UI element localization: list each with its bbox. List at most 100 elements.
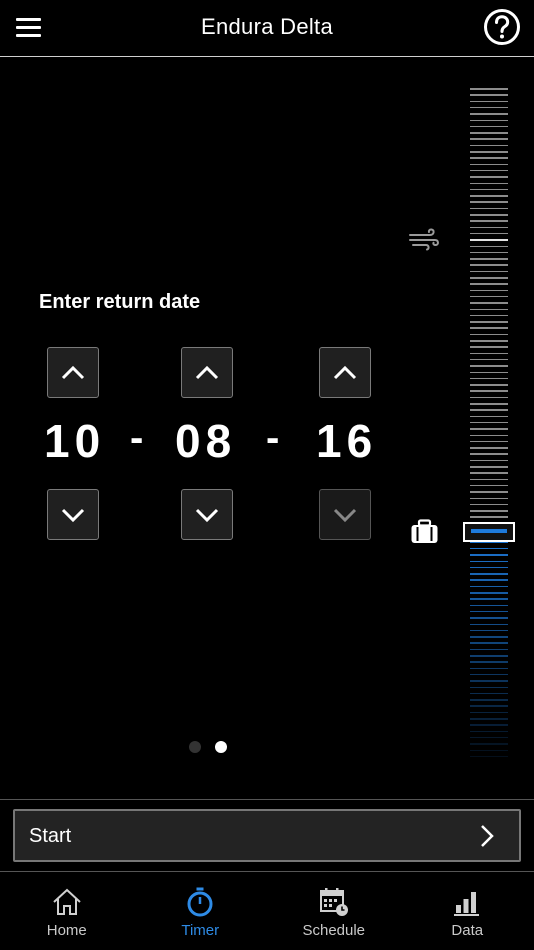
slider-tick — [470, 226, 508, 229]
chevron-up-icon — [61, 365, 85, 379]
slider-tick — [470, 585, 508, 588]
tab-bar: Home Timer Schedule Data — [0, 872, 534, 950]
tab-home[interactable]: Home — [0, 872, 134, 950]
slider-tick — [470, 718, 508, 720]
page-title: Endura Delta — [200, 14, 333, 39]
slider-tick — [470, 604, 508, 607]
slider-tick — [470, 705, 508, 707]
day-up-button[interactable] — [181, 347, 233, 398]
slider-tick — [470, 667, 508, 670]
slider-tick — [470, 478, 508, 481]
chevron-down-icon — [333, 508, 357, 522]
slider-tick — [470, 554, 508, 556]
slider-tick — [470, 314, 508, 317]
chevron-up-icon — [195, 365, 219, 379]
page-dot-active[interactable] — [215, 741, 227, 753]
slider-tick — [470, 629, 508, 632]
wind-icon — [409, 228, 439, 251]
slider-tick — [470, 749, 508, 751]
slider-tick — [470, 365, 508, 367]
slider-tick — [470, 503, 508, 506]
slider-tick — [470, 245, 508, 247]
slider-tick — [470, 302, 508, 304]
slider-tick — [470, 598, 508, 600]
slider-tick — [470, 466, 508, 468]
slider-tick — [470, 251, 508, 254]
chevron-up-icon — [333, 365, 357, 379]
slider-tick — [470, 125, 508, 128]
slider-tick — [470, 94, 508, 96]
slider-tick — [470, 88, 508, 90]
slider-tick — [470, 321, 508, 323]
slider-tick — [470, 113, 508, 115]
tab-label: Timer — [181, 922, 220, 939]
slider-tick — [470, 516, 508, 518]
slider-tick — [470, 579, 508, 581]
slider-tick — [470, 214, 508, 216]
help-icon[interactable] — [483, 8, 521, 46]
slider-tick — [470, 232, 508, 235]
slider-tick — [470, 207, 508, 210]
slider-tick — [470, 390, 508, 392]
chevron-right-icon — [481, 825, 494, 847]
slider-tick — [470, 560, 508, 562]
slider-tick — [470, 547, 508, 550]
month-value: 10 — [44, 415, 106, 467]
day-value: 08 — [175, 415, 237, 467]
divider — [0, 799, 534, 800]
year-up-button[interactable] — [319, 347, 371, 398]
slider-thumb[interactable] — [463, 522, 515, 542]
month-down-button[interactable] — [47, 489, 99, 540]
slider-tick — [470, 415, 508, 418]
slider-tick — [470, 472, 508, 474]
slider-tick — [470, 169, 508, 172]
year-value: 16 — [316, 415, 378, 467]
slider-tick — [470, 409, 508, 411]
year-down-button[interactable] — [319, 489, 371, 540]
tab-schedule[interactable]: Schedule — [267, 872, 401, 950]
slider-tick — [470, 144, 508, 147]
day-down-button[interactable] — [181, 489, 233, 540]
slider-tick — [470, 661, 508, 663]
start-button[interactable]: Start — [13, 809, 521, 862]
slider-tick — [470, 566, 508, 569]
tab-label: Home — [46, 922, 87, 939]
slider-tick — [470, 358, 508, 361]
slider-tick — [470, 384, 508, 386]
slider-tick — [470, 151, 508, 153]
start-label: Start — [29, 825, 72, 847]
slider-tick — [470, 138, 508, 140]
slider-tick — [470, 371, 508, 373]
tab-data[interactable]: Data — [401, 872, 534, 950]
slider-tick — [470, 573, 508, 575]
slider-tick — [470, 711, 508, 714]
tab-timer[interactable]: Timer — [134, 872, 268, 950]
page-dot[interactable] — [189, 741, 201, 753]
slider-tick — [470, 163, 508, 166]
chevron-down-icon — [61, 508, 85, 522]
slider-tick — [470, 484, 508, 487]
home-icon — [53, 888, 81, 915]
schedule-icon — [319, 888, 348, 916]
slider-tick — [470, 686, 508, 688]
slider-tick — [470, 239, 508, 241]
level-slider[interactable] — [470, 88, 508, 760]
slider-tick — [470, 680, 508, 682]
suitcase-icon — [411, 519, 438, 543]
slider-tick — [470, 673, 508, 676]
slider-tick — [470, 648, 508, 651]
slider-tick — [470, 106, 508, 109]
slider-tick — [470, 453, 508, 455]
slider-tick — [470, 610, 508, 613]
slider-tick — [470, 182, 508, 184]
return-date-label: Enter return date — [39, 291, 201, 313]
month-up-button[interactable] — [47, 347, 99, 398]
slider-tick — [470, 730, 508, 733]
page-indicator — [189, 741, 229, 755]
slider-tick — [470, 277, 508, 279]
slider-tick — [470, 264, 508, 266]
date-separator: - — [266, 416, 280, 460]
data-icon — [454, 892, 480, 916]
tab-label: Schedule — [302, 922, 366, 939]
slider-tick — [470, 724, 508, 726]
